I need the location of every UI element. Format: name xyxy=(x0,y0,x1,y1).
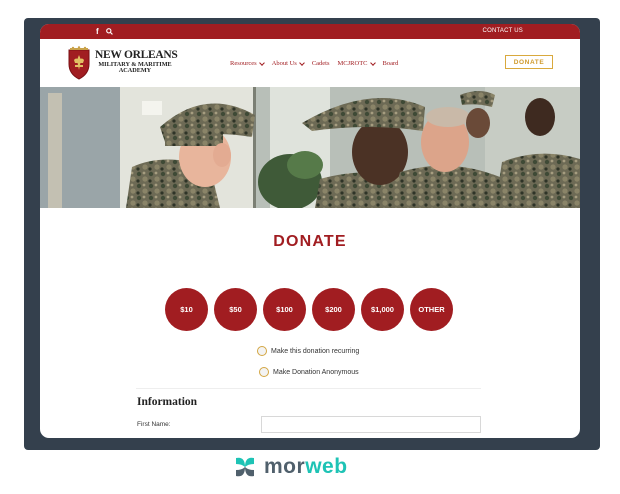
nav-about-us-label: About Us xyxy=(271,60,297,67)
chevron-down-icon xyxy=(369,59,376,66)
morweb-wordmark: morweb xyxy=(264,455,348,479)
academy-name[interactable]: NEW ORLEANS MILITARY & MARITIME ACADEMY xyxy=(95,49,178,74)
facebook-icon[interactable]: f xyxy=(96,24,99,39)
amount-button-other[interactable]: OTHER xyxy=(410,288,453,331)
amount-button-10[interactable]: $10 xyxy=(165,288,208,331)
nav-resources-label: Resources xyxy=(230,60,257,67)
recurring-label: Make this donation recurring xyxy=(271,347,360,355)
first-name-label: First Name: xyxy=(137,421,171,428)
amount-button-50[interactable]: $50 xyxy=(214,288,257,331)
nav-resources[interactable]: Resources xyxy=(230,59,265,67)
logo-line-1: NEW ORLEANS xyxy=(95,49,178,61)
academy-crest-logo[interactable] xyxy=(65,46,93,80)
chevron-down-icon xyxy=(298,59,305,66)
page-title: DONATE xyxy=(273,233,347,250)
amount-button-1000[interactable]: $1,000 xyxy=(361,288,404,331)
browser-window: f CONTACT US NEW ORLEANS MILITARY & MARI… xyxy=(40,24,580,438)
brand-part-1: mor xyxy=(264,455,306,478)
recurring-radio[interactable] xyxy=(257,346,267,356)
information-heading: Information xyxy=(137,396,198,408)
nav-about-us[interactable]: About Us xyxy=(271,59,305,67)
amount-button-100[interactable]: $100 xyxy=(263,288,306,331)
amount-button-200[interactable]: $200 xyxy=(312,288,355,331)
nav-cadets[interactable]: Cadets xyxy=(312,60,330,67)
chevron-down-icon xyxy=(258,59,265,66)
first-name-input[interactable] xyxy=(261,416,481,433)
recurring-option[interactable]: Make this donation recurring xyxy=(257,346,359,356)
anonymous-option[interactable]: Make Donation Anonymous xyxy=(259,367,359,377)
logo-line-3: ACADEMY xyxy=(118,67,152,74)
anonymous-label: Make Donation Anonymous xyxy=(273,368,359,376)
top-bar: f CONTACT US xyxy=(40,24,580,39)
nav-board[interactable]: Board xyxy=(383,60,399,67)
header-donate-button[interactable]: DONATE xyxy=(505,55,553,69)
search-icon[interactable] xyxy=(106,24,113,39)
nav-mcjrotc-label: MCJROTC xyxy=(337,60,368,67)
site-header: NEW ORLEANS MILITARY & MARITIME ACADEMY … xyxy=(40,39,580,87)
morweb-logo-icon xyxy=(236,457,254,477)
nav-cadets-label: Cadets xyxy=(311,60,330,67)
nav-mcjrotc[interactable]: MCJROTC xyxy=(337,59,376,67)
anonymous-radio[interactable] xyxy=(259,367,269,377)
section-divider xyxy=(136,388,481,389)
morweb-brand: morweb xyxy=(232,452,348,482)
hero-photo-cadets xyxy=(40,87,580,208)
brand-part-2: web xyxy=(305,455,348,478)
amount-options: $10 $50 $100 $200 $1,000 OTHER xyxy=(165,288,459,331)
nav-board-label: Board xyxy=(382,60,399,67)
main-nav: Resources About Us Cadets MCJROTC Board xyxy=(230,59,406,67)
contact-us-link[interactable]: CONTACT US xyxy=(483,24,523,39)
